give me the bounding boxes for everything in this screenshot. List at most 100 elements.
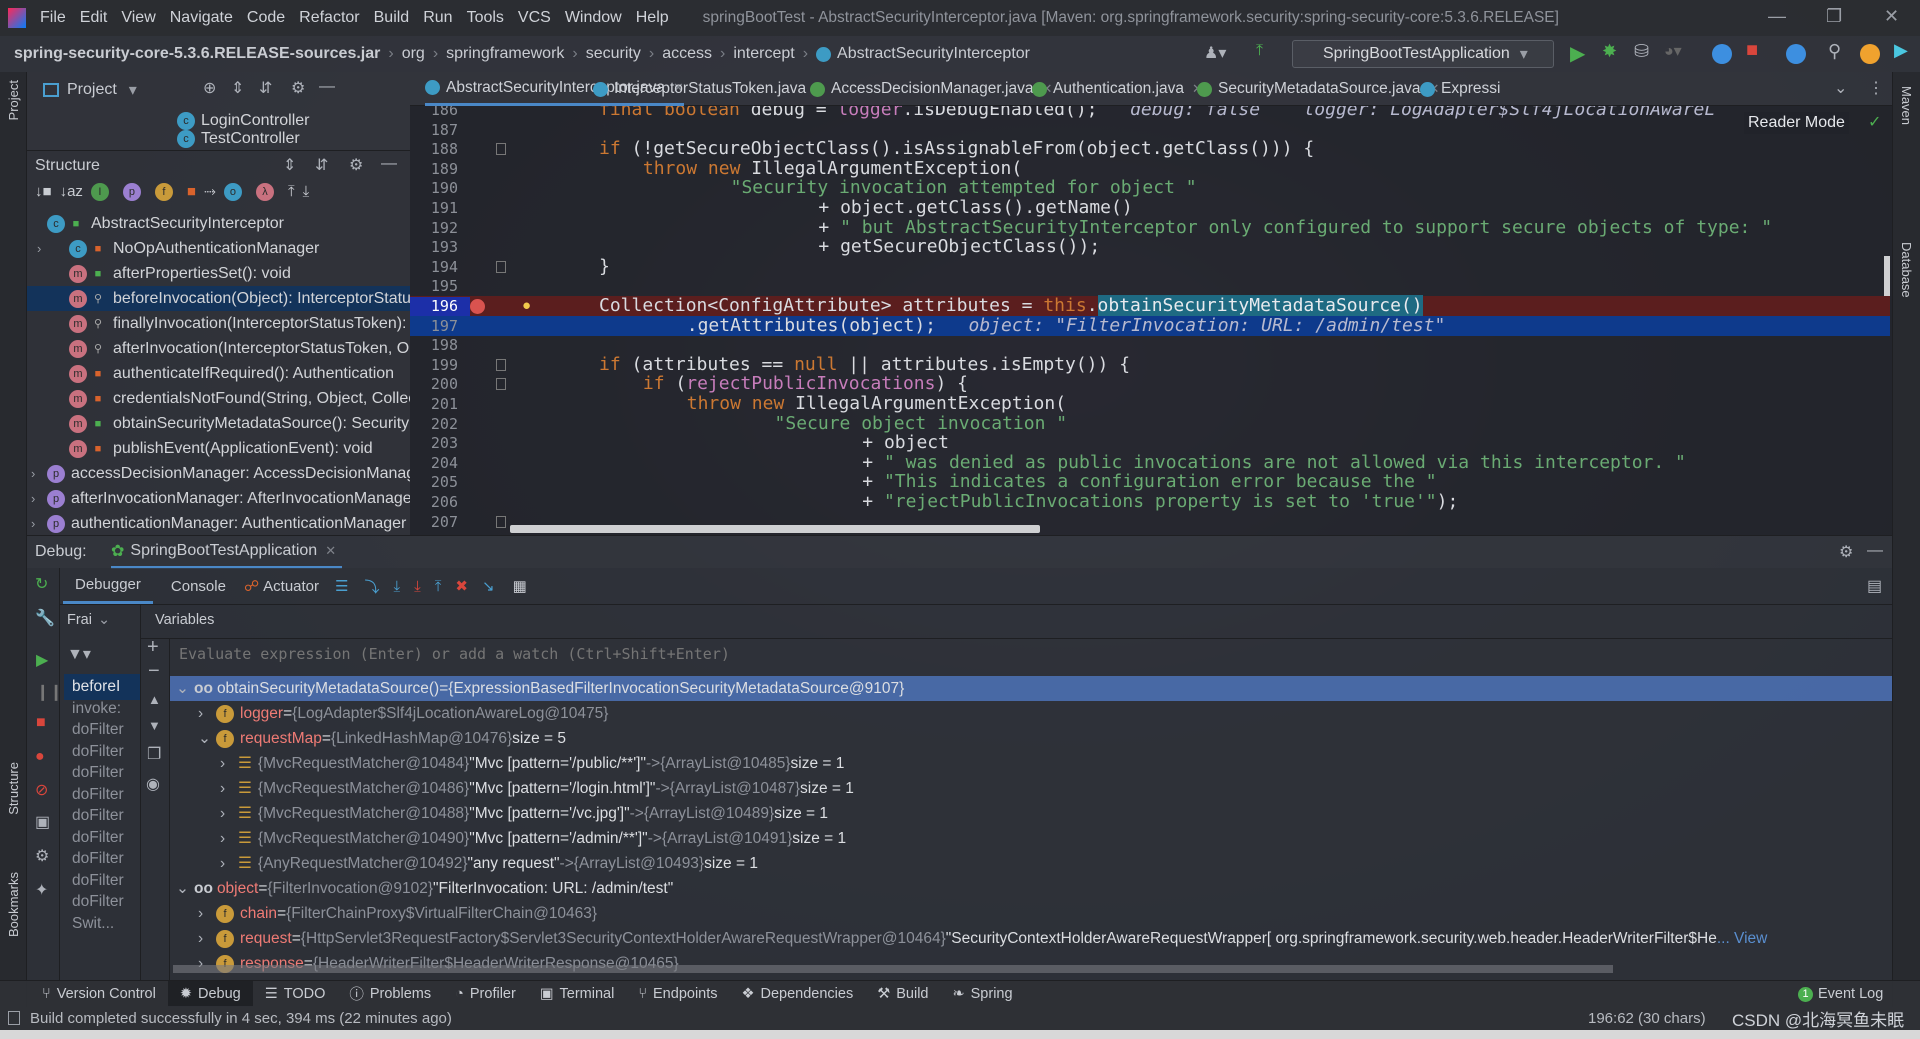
bottom-tab-debug[interactable]: ✹ Debug bbox=[167, 980, 253, 1007]
autoscroll-to-source-icon[interactable]: ⤒ bbox=[288, 183, 295, 201]
run-to-cursor-icon[interactable]: ↘ bbox=[482, 577, 495, 595]
menu-navigate[interactable]: Navigate bbox=[170, 9, 233, 27]
settings-wrench-icon[interactable]: 🔧 bbox=[35, 608, 55, 628]
variable-row[interactable]: › ☰ {MvcRequestMatcher@10486} "Mvc [patter… bbox=[170, 776, 1892, 801]
collapse-all-icon[interactable]: ⇵ bbox=[315, 155, 328, 175]
database-tool-button[interactable]: Database bbox=[1899, 242, 1914, 298]
close-window-button[interactable]: ✕ bbox=[1884, 6, 1899, 27]
remove-watch-icon[interactable]: − bbox=[148, 660, 160, 683]
move-down-icon[interactable]: ▼ bbox=[148, 718, 161, 733]
chevron-down-icon[interactable]: ⌄ bbox=[198, 729, 216, 748]
gear-icon[interactable]: ⚙ bbox=[35, 846, 49, 866]
chevron-right-icon[interactable]: › bbox=[37, 241, 53, 256]
fold-marker-icon[interactable] bbox=[496, 260, 506, 273]
close-session-icon[interactable]: ✕ bbox=[325, 543, 336, 559]
minimize-button[interactable]: — bbox=[1768, 6, 1786, 27]
chevron-right-icon[interactable]: › bbox=[220, 780, 238, 798]
tab-actuator[interactable]: Actuator bbox=[263, 578, 319, 595]
line-number[interactable]: 205 bbox=[410, 473, 458, 491]
variables-horizontal-scrollbar[interactable] bbox=[173, 965, 1613, 973]
gear-icon[interactable]: ⚙ bbox=[1839, 542, 1853, 562]
variable-row[interactable]: › ☰ {MvcRequestMatcher@10490} "Mvc [patter… bbox=[170, 826, 1892, 851]
debug-session-tab[interactable]: ✿ SpringBootTestApplication ✕ bbox=[111, 536, 343, 569]
build-hammer-icon[interactable]: ⤒ bbox=[1256, 42, 1263, 60]
cursor-position[interactable]: 196:62 (30 chars) bbox=[1588, 1010, 1706, 1027]
stop-icon[interactable]: ■ bbox=[36, 714, 46, 732]
hide-icon[interactable]: — bbox=[319, 78, 335, 96]
structure-item[interactable]: m ■ credentialsNotFound(String, Object, Co… bbox=[27, 386, 410, 411]
project-tool-button[interactable]: Project bbox=[6, 80, 21, 120]
chevron-right-icon[interactable]: › bbox=[220, 855, 238, 873]
view-breakpoints-icon[interactable]: ● bbox=[35, 748, 45, 766]
tabs-dropdown-icon[interactable]: ⌄ bbox=[1834, 78, 1847, 98]
line-number[interactable]: 196 bbox=[410, 297, 470, 317]
bottom-tab-terminal[interactable]: ▣ Terminal bbox=[528, 981, 627, 1007]
chevron-down-icon[interactable]: ⌄ bbox=[176, 879, 194, 898]
breadcrumb-item[interactable]: access bbox=[662, 45, 712, 63]
horizontal-scrollbar[interactable] bbox=[510, 525, 1040, 533]
gear-icon[interactable]: ⚙ bbox=[291, 78, 305, 98]
line-number[interactable]: 202 bbox=[410, 415, 458, 433]
menu-file[interactable]: File bbox=[40, 9, 66, 27]
structure-item[interactable]: m ⚲ afterInvocation(InterceptorStatusToken… bbox=[27, 336, 410, 361]
update-icon[interactable] bbox=[1860, 44, 1880, 64]
bottom-tab-problems[interactable]: ⓘ Problems bbox=[337, 981, 443, 1007]
show-lambdas-icon[interactable]: o bbox=[223, 183, 242, 201]
bottom-tab-todo[interactable]: ☰ TODO bbox=[253, 981, 338, 1007]
frames-header[interactable]: Frai ⌄ bbox=[67, 612, 110, 628]
breadcrumb-item[interactable]: AbstractSecurityInterceptor bbox=[837, 45, 1030, 63]
line-number[interactable]: 197 bbox=[410, 317, 458, 335]
fold-marker-icon[interactable] bbox=[496, 515, 506, 528]
menu-build[interactable]: Build bbox=[374, 9, 410, 27]
bottom-tab-version-control[interactable]: ⑂ Version Control bbox=[30, 981, 168, 1007]
restore-button[interactable]: ❐ bbox=[1826, 6, 1842, 27]
code-editor[interactable]: final boolean debug = logger.isDebugEnab… bbox=[410, 106, 1892, 535]
chevron-right-icon[interactable]: › bbox=[198, 905, 216, 923]
line-number[interactable]: 188 bbox=[410, 140, 458, 158]
bottom-tab-spring[interactable]: ❧ Spring bbox=[940, 981, 1024, 1007]
step-out-icon[interactable]: ⤒ bbox=[435, 578, 442, 595]
drop-frame-icon[interactable]: ✖ bbox=[455, 577, 468, 595]
line-number[interactable]: 200 bbox=[410, 375, 458, 393]
move-up-icon[interactable]: ▲ bbox=[148, 692, 161, 707]
line-number[interactable]: 195 bbox=[410, 277, 458, 295]
line-number[interactable]: 187 bbox=[410, 121, 458, 139]
menu-run[interactable]: Run bbox=[423, 9, 452, 27]
locate-icon[interactable]: ⊕ bbox=[203, 78, 216, 98]
breadcrumb-item[interactable]: security bbox=[586, 45, 641, 63]
line-number[interactable]: 199 bbox=[410, 356, 458, 374]
lambda-icon[interactable]: λ bbox=[255, 183, 274, 201]
variable-row[interactable]: ⌄ oo obtainSecurityMetadataSource() = {Exp… bbox=[170, 676, 1892, 701]
debug-icon[interactable]: ✸ bbox=[1602, 41, 1617, 62]
status-toggle-icon[interactable] bbox=[8, 1011, 20, 1025]
stack-frame[interactable]: Swit... bbox=[64, 911, 140, 937]
breadcrumb-item[interactable]: spring-security-core-5.3.6.RELEASE-sourc… bbox=[14, 45, 380, 63]
plugin-icon[interactable]: ▶ bbox=[1894, 40, 1908, 61]
editor-tab[interactable]: Authentication.java✕ bbox=[1032, 72, 1203, 106]
project-item-testcontroller[interactable]: c TestController bbox=[177, 130, 300, 148]
run-icon[interactable]: ▶ bbox=[1570, 41, 1585, 66]
menu-window[interactable]: Window bbox=[565, 9, 622, 27]
bottom-tab-profiler[interactable]: ◔ Profiler bbox=[443, 981, 528, 1007]
user-icon[interactable]: ♟▾ bbox=[1204, 43, 1226, 63]
menu-edit[interactable]: Edit bbox=[80, 9, 108, 27]
tab-console[interactable]: Console bbox=[153, 578, 244, 595]
show-inherited-icon[interactable]: I bbox=[90, 183, 109, 201]
editor-tab[interactable]: SecurityMetadataSource.java✕ bbox=[1197, 72, 1439, 106]
line-number[interactable]: 207 bbox=[410, 513, 458, 531]
reader-mode-button[interactable]: Reader Mode bbox=[1744, 112, 1849, 134]
structure-item[interactable]: › p authenticationManager: AuthenticationM… bbox=[27, 511, 410, 536]
watch-eye-icon[interactable]: ◉ bbox=[146, 774, 160, 794]
line-number[interactable]: 186 bbox=[410, 106, 458, 119]
chevron-right-icon[interactable]: › bbox=[31, 516, 47, 531]
resume-icon[interactable]: ▶ bbox=[36, 650, 48, 670]
event-log-button[interactable]: 1 Event Log bbox=[1798, 981, 1883, 1007]
menu-refactor[interactable]: Refactor bbox=[299, 9, 359, 27]
chevron-right-icon[interactable]: › bbox=[198, 705, 216, 723]
line-number[interactable]: 204 bbox=[410, 454, 458, 472]
evaluate-expression-input[interactable] bbox=[173, 638, 1873, 670]
sort-alphabetically-icon[interactable]: ↓az bbox=[60, 183, 83, 201]
more-icon[interactable]: ⋮ bbox=[1868, 78, 1884, 98]
bottom-tab-build[interactable]: ⚒ Build bbox=[865, 981, 940, 1007]
structure-item[interactable]: › p accessDecisionManager: AccessDecisionM… bbox=[27, 461, 410, 486]
